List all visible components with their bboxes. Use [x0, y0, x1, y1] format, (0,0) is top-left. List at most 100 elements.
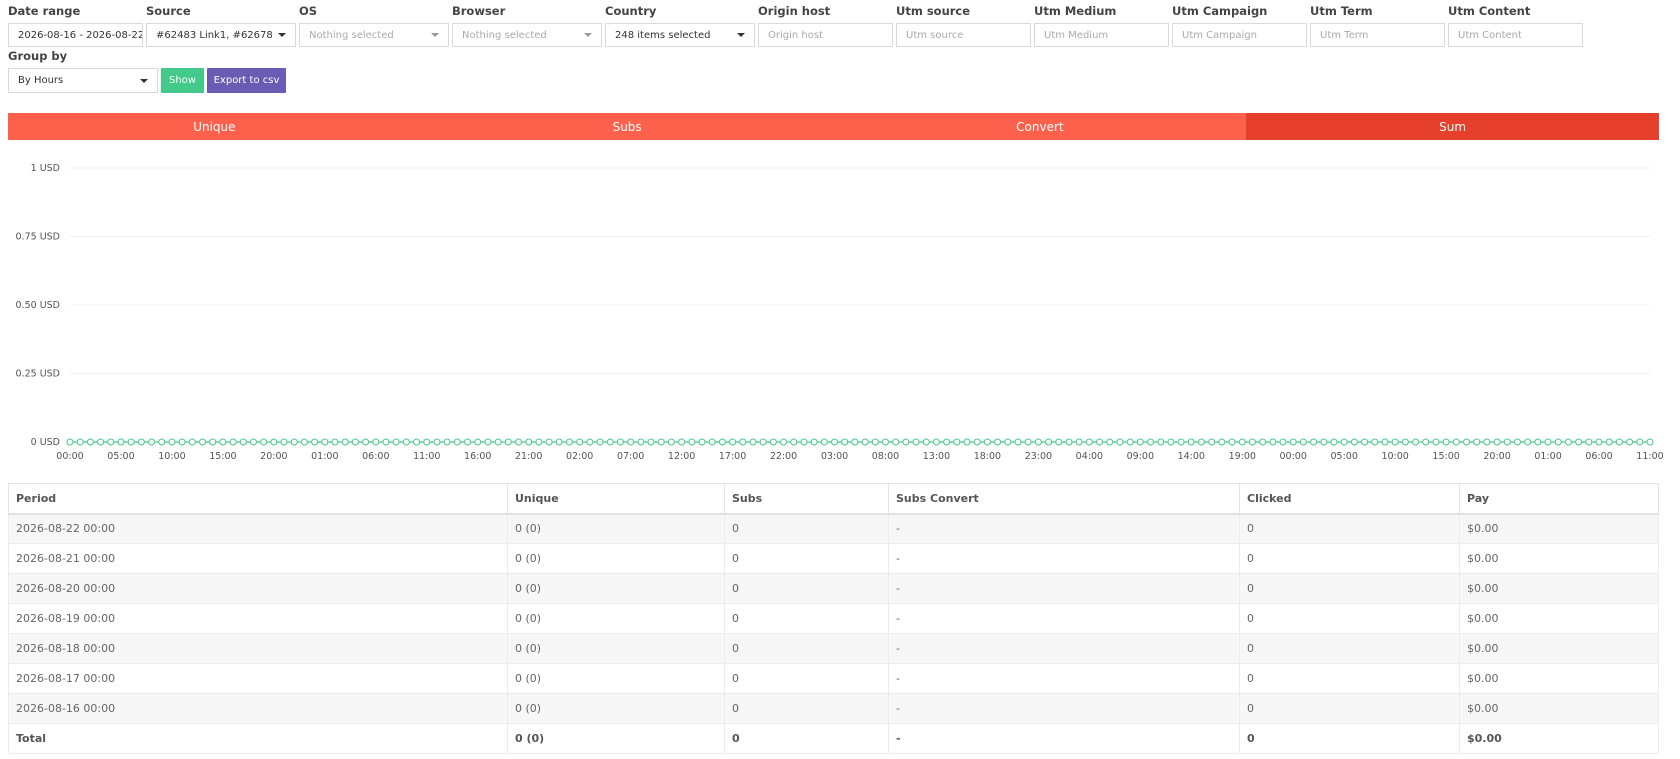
- origin-host-input[interactable]: [768, 29, 883, 41]
- x-tick-label: 17:00: [719, 451, 746, 462]
- x-tick-label: 09:00: [1127, 451, 1154, 462]
- cell-clicked: 0: [1239, 633, 1460, 664]
- chevron-down-icon: [584, 33, 592, 37]
- cell-unique: 0 (0): [507, 573, 725, 604]
- export-csv-button[interactable]: Export to csv: [207, 68, 286, 93]
- data-point: [973, 438, 981, 446]
- data-point: [1524, 438, 1532, 446]
- data-point: [249, 438, 257, 446]
- cell-period: 2026-08-22 00:00: [8, 513, 508, 544]
- data-point: [1605, 438, 1613, 446]
- data-point: [606, 438, 614, 446]
- x-tick-label: 14:00: [1178, 451, 1205, 462]
- cell-unique: 0 (0): [507, 543, 725, 574]
- data-point: [1208, 438, 1216, 446]
- table-row: 2026-08-18 00:00 0 (0) 0-0 $0.00: [8, 633, 1659, 664]
- data-point: [341, 438, 349, 446]
- data-point: [515, 438, 523, 446]
- data-point: [739, 438, 747, 446]
- col-pay[interactable]: Pay: [1459, 483, 1659, 515]
- data-point: [596, 438, 604, 446]
- x-tick-label: 19:00: [1229, 451, 1256, 462]
- source-value: #62483 Link1, #62678 https: [156, 29, 272, 41]
- utm-source-label: Utm source: [896, 4, 971, 18]
- data-point: [780, 438, 788, 446]
- os-select[interactable]: Nothing selected: [299, 23, 449, 47]
- country-value: 248 items selected: [615, 29, 711, 41]
- data-point: [1259, 438, 1267, 446]
- utm-campaign-input[interactable]: [1182, 29, 1297, 41]
- table-total-row: Total 0 (0) 0-0 $0.00: [8, 723, 1659, 754]
- date-range-value: 2026-08-16 - 2026-08-22: [18, 29, 143, 41]
- tab-subs[interactable]: Subs: [420, 113, 834, 140]
- data-point: [86, 438, 94, 446]
- data-point: [1238, 438, 1246, 446]
- col-subs[interactable]: Subs: [724, 483, 889, 515]
- col-unique[interactable]: Unique: [507, 483, 725, 515]
- source-label: Source: [146, 4, 191, 18]
- col-period[interactable]: Period: [8, 483, 508, 515]
- tab-convert[interactable]: Convert: [833, 113, 1247, 140]
- data-point: [188, 438, 196, 446]
- data-point: [494, 438, 502, 446]
- data-point: [1412, 438, 1420, 446]
- col-clicked[interactable]: Clicked: [1239, 483, 1460, 515]
- data-point: [698, 438, 706, 446]
- origin-host-field[interactable]: [758, 23, 893, 47]
- data-point: [300, 438, 308, 446]
- data-point: [545, 438, 553, 446]
- data-point: [1075, 438, 1083, 446]
- y-tick-label: 0.50 USD: [16, 300, 60, 311]
- total-pay: $0.00: [1459, 723, 1659, 754]
- utm-content-field[interactable]: [1448, 23, 1583, 47]
- utm-term-field[interactable]: [1310, 23, 1445, 47]
- data-point: [881, 438, 889, 446]
- data-point: [994, 438, 1002, 446]
- utm-source-field[interactable]: [896, 23, 1031, 47]
- data-point: [1055, 438, 1063, 446]
- data-point: [1564, 438, 1572, 446]
- utm-content-input[interactable]: [1458, 29, 1573, 41]
- data-point: [97, 438, 105, 446]
- cell-period: 2026-08-19 00:00: [8, 603, 508, 634]
- data-point: [820, 438, 828, 446]
- browser-label: Browser: [452, 4, 506, 18]
- tab-sum[interactable]: Sum: [1246, 113, 1659, 140]
- x-tick-label: 20:00: [1483, 451, 1510, 462]
- group-by-select[interactable]: By Hours: [8, 68, 158, 93]
- data-point: [1422, 438, 1430, 446]
- data-point: [1493, 438, 1501, 446]
- data-point: [331, 438, 339, 446]
- tab-unique[interactable]: Unique: [8, 113, 421, 140]
- col-subs-convert[interactable]: Subs Convert: [888, 483, 1240, 515]
- data-point: [1310, 438, 1318, 446]
- data-point: [729, 438, 737, 446]
- utm-medium-input[interactable]: [1044, 29, 1159, 41]
- data-point: [871, 438, 879, 446]
- chevron-down-icon: [140, 78, 148, 83]
- utm-campaign-field[interactable]: [1172, 23, 1307, 47]
- cell-subs-convert: -: [888, 693, 1240, 724]
- source-select[interactable]: #62483 Link1, #62678 https: [146, 23, 296, 47]
- browser-select[interactable]: Nothing selected: [452, 23, 602, 47]
- x-tick-label: 05:00: [107, 451, 134, 462]
- utm-medium-field[interactable]: [1034, 23, 1169, 47]
- data-point: [749, 438, 757, 446]
- cell-pay: $0.00: [1459, 543, 1659, 574]
- data-point: [1646, 438, 1654, 446]
- date-range-input[interactable]: 2026-08-16 - 2026-08-22: [8, 23, 143, 47]
- table-header-row: Period Unique Subs Subs Convert Clicked …: [8, 483, 1659, 515]
- utm-source-input[interactable]: [906, 29, 1021, 41]
- data-point: [1503, 438, 1511, 446]
- cell-period: 2026-08-16 00:00: [8, 693, 508, 724]
- utm-medium-label: Utm Medium: [1034, 4, 1117, 18]
- show-button[interactable]: Show: [161, 68, 204, 93]
- data-point: [209, 438, 217, 446]
- cell-unique: 0 (0): [507, 633, 725, 664]
- data-point: [1034, 438, 1042, 446]
- country-select[interactable]: 248 items selected: [605, 23, 755, 47]
- data-point: [800, 438, 808, 446]
- os-label: OS: [299, 4, 318, 18]
- data-point: [270, 438, 278, 446]
- utm-term-input[interactable]: [1320, 29, 1435, 41]
